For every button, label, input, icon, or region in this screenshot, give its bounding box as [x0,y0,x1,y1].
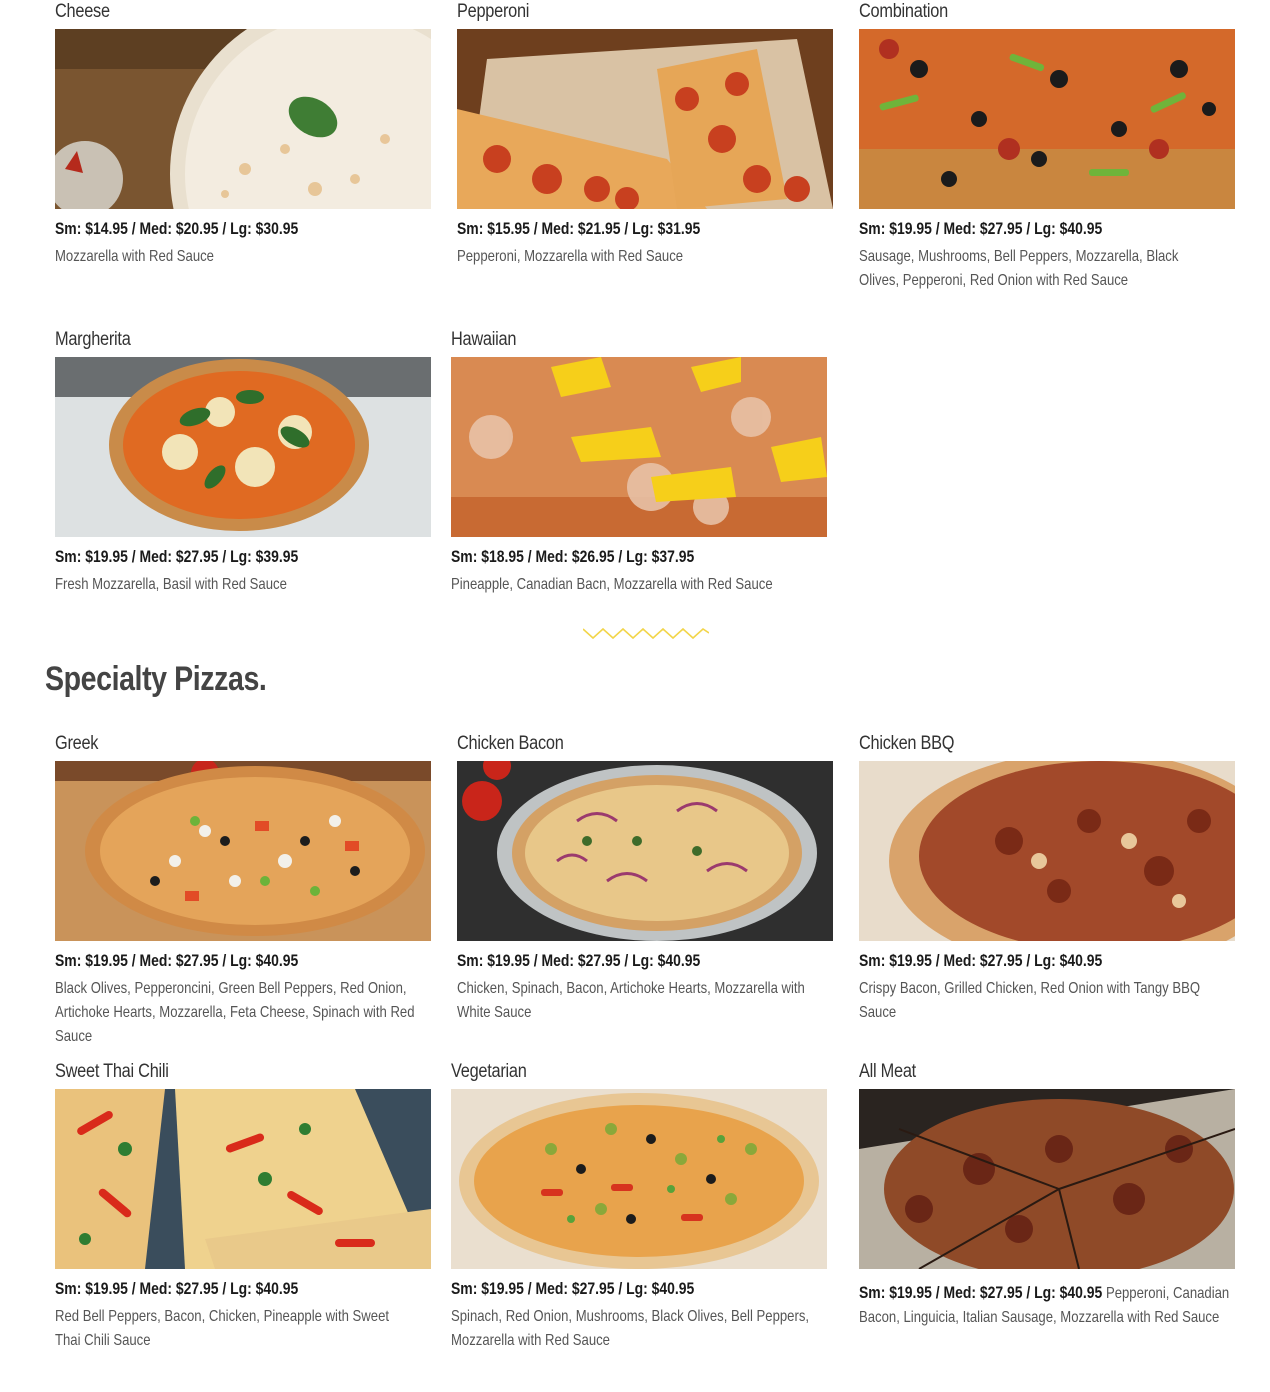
greek-pizza-photo [55,761,431,941]
item-name: Sweet Thai Chili [55,1061,169,1082]
vegetarian-pizza-photo [451,1089,827,1269]
item-description: Mozzarella with Red Sauce [55,248,214,265]
combination-pizza-photo [859,29,1235,209]
chicken-bbq-pizza-photo [859,761,1235,941]
item-price: Sm: $18.95 / Med: $26.95 / Lg: $37.95 [451,547,695,566]
item-description: Pepperoni, Mozzarella with Red Sauce [457,248,684,265]
item-description: Red Bell Peppers, Bacon, Chicken, Pineap… [55,1308,390,1349]
item-price: Sm: $19.95 / Med: $27.95 / Lg: $40.95 [859,219,1103,238]
item-name: Margherita [55,329,131,350]
section-title: Specialty Pizzas. [45,660,267,698]
item-price: Sm: $19.95 / Med: $27.95 / Lg: $40.95 [55,951,299,970]
item-description: Pineapple, Canadian Bacn, Mozzarella wit… [451,576,773,593]
item-price: Sm: $19.95 / Med: $27.95 / Lg: $40.95 [859,951,1103,970]
margherita-pizza-photo [55,357,431,537]
item-description: Chicken, Spinach, Bacon, Artichoke Heart… [457,980,805,1021]
all-meat-pizza-photo [859,1089,1235,1269]
item-name: Chicken Bacon [457,733,564,754]
item-name: Chicken BBQ [859,733,955,754]
cheese-pizza-photo [55,29,431,209]
item-price: Sm: $14.95 / Med: $20.95 / Lg: $30.95 [55,219,299,238]
item-price: Sm: $19.95 / Med: $27.95 / Lg: $40.95 [457,951,701,970]
zigzag-divider [583,627,709,640]
item-description: Spinach, Red Onion, Mushrooms, Black Oli… [451,1308,810,1349]
item-name: Greek [55,733,99,754]
item-name: All Meat [859,1061,916,1082]
item-description: Fresh Mozzarella, Basil with Red Sauce [55,576,287,593]
item-name: Hawaiian [451,329,517,350]
item-name: Vegetarian [451,1061,527,1082]
sweet-thai-chili-pizza-photo [55,1089,431,1269]
item-description: Crispy Bacon, Grilled Chicken, Red Onion… [859,980,1201,1021]
item-name: Pepperoni [457,1,530,22]
item-price: Sm: $19.95 / Med: $27.95 / Lg: $40.95 [451,1279,695,1298]
item-name: Combination [859,1,948,22]
item-price: Sm: $19.95 / Med: $27.95 / Lg: $40.95 [859,1283,1103,1302]
item-name: Cheese [55,1,110,22]
chicken-bacon-pizza-photo [457,761,833,941]
pepperoni-pizza-photo [457,29,833,209]
item-price: Sm: $19.95 / Med: $27.95 / Lg: $39.95 [55,547,299,566]
hawaiian-pizza-photo [451,357,827,537]
item-price-and-description: Sm: $19.95 / Med: $27.95 / Lg: $40.95 Pe… [859,1281,1233,1330]
item-description: Black Olives, Pepperoncini, Green Bell P… [55,980,415,1045]
item-price: Sm: $15.95 / Med: $21.95 / Lg: $31.95 [457,219,701,238]
item-description: Sausage, Mushrooms, Bell Peppers, Mozzar… [859,248,1179,289]
item-price: Sm: $19.95 / Med: $27.95 / Lg: $40.95 [55,1279,299,1298]
